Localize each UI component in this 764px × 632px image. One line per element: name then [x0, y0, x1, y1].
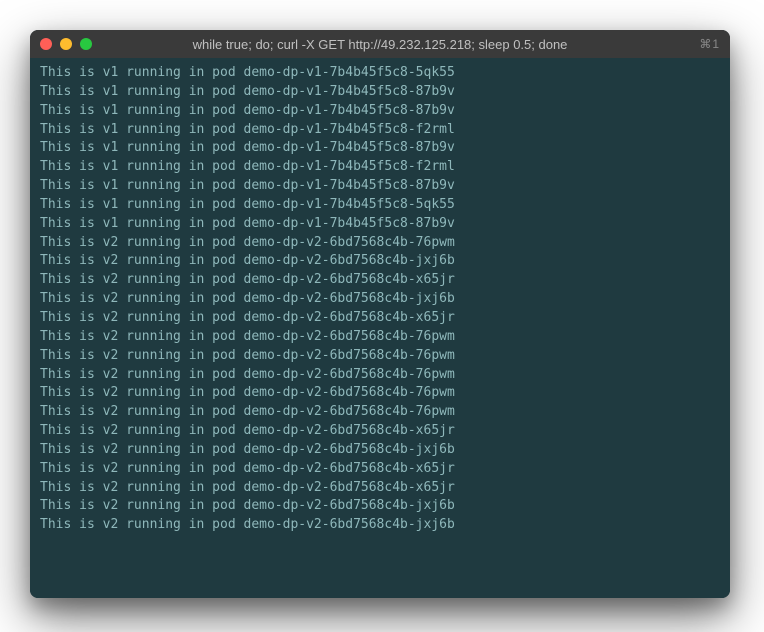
terminal-line: This is v2 running in pod demo-dp-v2-6bd…	[40, 347, 720, 366]
terminal-line: This is v2 running in pod demo-dp-v2-6bd…	[40, 497, 720, 516]
terminal-line: This is v2 running in pod demo-dp-v2-6bd…	[40, 422, 720, 441]
terminal-line: This is v2 running in pod demo-dp-v2-6bd…	[40, 252, 720, 271]
terminal-line: This is v2 running in pod demo-dp-v2-6bd…	[40, 309, 720, 328]
close-icon[interactable]	[40, 38, 52, 50]
titlebar: while true; do; curl -X GET http://49.23…	[30, 30, 730, 58]
maximize-icon[interactable]	[80, 38, 92, 50]
terminal-line: This is v1 running in pod demo-dp-v1-7b4…	[40, 215, 720, 234]
traffic-lights	[40, 38, 92, 50]
minimize-icon[interactable]	[60, 38, 72, 50]
terminal-line: This is v2 running in pod demo-dp-v2-6bd…	[40, 234, 720, 253]
window-shortcut: ⌘1	[699, 37, 720, 51]
terminal-line: This is v2 running in pod demo-dp-v2-6bd…	[40, 384, 720, 403]
terminal-line: This is v2 running in pod demo-dp-v2-6bd…	[40, 403, 720, 422]
terminal-line: This is v1 running in pod demo-dp-v1-7b4…	[40, 177, 720, 196]
terminal-line: This is v1 running in pod demo-dp-v1-7b4…	[40, 158, 720, 177]
terminal-line: This is v1 running in pod demo-dp-v1-7b4…	[40, 64, 720, 83]
terminal-line: This is v2 running in pod demo-dp-v2-6bd…	[40, 366, 720, 385]
window-title: while true; do; curl -X GET http://49.23…	[193, 37, 568, 52]
terminal-line: This is v2 running in pod demo-dp-v2-6bd…	[40, 271, 720, 290]
terminal-window: while true; do; curl -X GET http://49.23…	[30, 30, 730, 598]
terminal-line: This is v2 running in pod demo-dp-v2-6bd…	[40, 328, 720, 347]
terminal-line: This is v2 running in pod demo-dp-v2-6bd…	[40, 516, 720, 535]
terminal-line: This is v1 running in pod demo-dp-v1-7b4…	[40, 196, 720, 215]
terminal-line: This is v1 running in pod demo-dp-v1-7b4…	[40, 102, 720, 121]
terminal-line: This is v1 running in pod demo-dp-v1-7b4…	[40, 139, 720, 158]
terminal-line: This is v2 running in pod demo-dp-v2-6bd…	[40, 479, 720, 498]
terminal-line: This is v1 running in pod demo-dp-v1-7b4…	[40, 121, 720, 140]
terminal-line: This is v1 running in pod demo-dp-v1-7b4…	[40, 83, 720, 102]
terminal-line: This is v2 running in pod demo-dp-v2-6bd…	[40, 290, 720, 309]
terminal-line: This is v2 running in pod demo-dp-v2-6bd…	[40, 460, 720, 479]
terminal-body[interactable]: This is v1 running in pod demo-dp-v1-7b4…	[30, 58, 730, 598]
terminal-line: This is v2 running in pod demo-dp-v2-6bd…	[40, 441, 720, 460]
